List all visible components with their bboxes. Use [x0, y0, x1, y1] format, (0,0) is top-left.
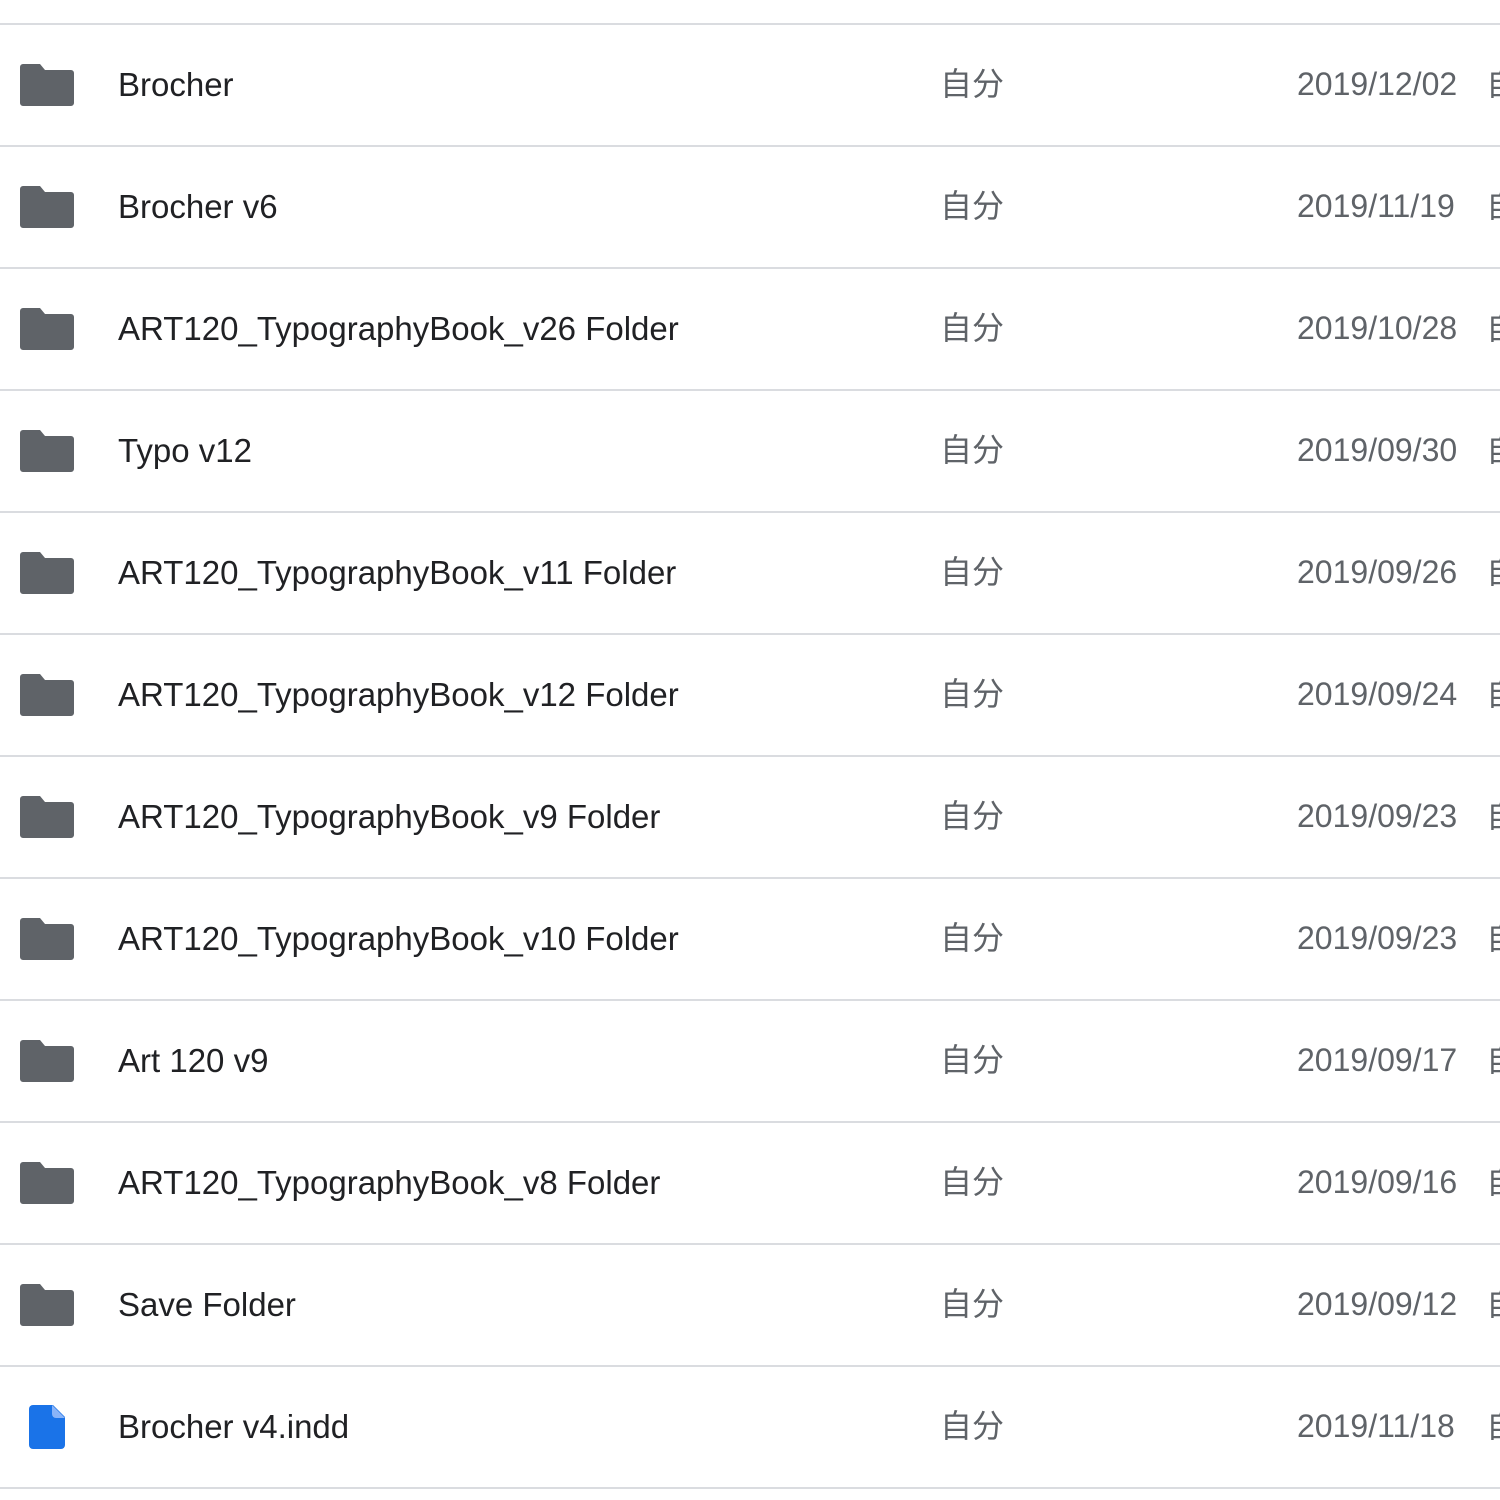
- item-name: ART120_TypographyBook_v26 Folder: [118, 310, 679, 347]
- item-owner: 自分: [940, 797, 1005, 835]
- clipped-column: 自: [1486, 635, 1500, 755]
- item-name: Brocher v4.indd: [118, 1408, 350, 1445]
- item-date: 2019/09/26: [1297, 554, 1458, 590]
- list-item[interactable]: ART120_TypographyBook_v11 Folder 自分 2019…: [0, 513, 1500, 635]
- clipped-column: 自: [1486, 1245, 1500, 1365]
- folder-icon: [20, 269, 74, 389]
- item-date: 2019/12/02: [1297, 66, 1458, 102]
- file-list: Brocher 自分 2019/12/02 自 Brocher v6 自分 20…: [0, 0, 1500, 1500]
- item-date: 2019/11/18: [1297, 1408, 1455, 1444]
- list-item[interactable]: Brocher 自分 2019/12/02 自: [0, 25, 1500, 147]
- list-item[interactable]: ART120_TypographyBook_v9 Folder 自分 2019/…: [0, 757, 1500, 879]
- item-date: 2019/09/23: [1297, 798, 1458, 834]
- item-name: ART120_TypographyBook_v12 Folder: [118, 676, 679, 713]
- clipped-column: 自: [1486, 513, 1500, 633]
- item-owner: 自分: [940, 309, 1005, 347]
- list-item[interactable]: Typo v12 自分 2019/09/30 自: [0, 391, 1500, 513]
- list-item[interactable]: Brocher v4.indd 自分 2019/11/18 自: [0, 1367, 1500, 1489]
- item-owner: 自分: [940, 1163, 1005, 1201]
- folder-icon: [20, 513, 74, 633]
- item-name: Art 120 v9: [118, 1042, 269, 1079]
- item-date: 2019/09/12: [1297, 1286, 1458, 1322]
- folder-icon: [20, 391, 74, 511]
- list-item[interactable]: ART120_TypographyBook_v12 Folder 自分 2019…: [0, 635, 1500, 757]
- item-owner: 自分: [940, 1407, 1005, 1445]
- clipped-column: 自: [1486, 1123, 1500, 1243]
- item-owner: 自分: [940, 1041, 1005, 1079]
- clipped-column: 自: [1486, 269, 1500, 389]
- folder-icon: [20, 1245, 74, 1365]
- item-owner: 自分: [940, 675, 1005, 713]
- clipped-column: 自: [1486, 757, 1500, 877]
- folder-icon: [20, 1001, 74, 1121]
- folder-icon: [20, 635, 74, 755]
- item-name: Typo v12: [118, 432, 252, 469]
- clipped-column: 自: [1486, 1001, 1500, 1121]
- item-date: 2019/11/19: [1297, 188, 1455, 224]
- clipped-column: 自: [1486, 1367, 1500, 1487]
- item-date: 2019/09/16: [1297, 1164, 1458, 1200]
- item-owner: 自分: [940, 65, 1005, 103]
- item-name: Brocher: [118, 66, 234, 103]
- item-date: 2019/09/17: [1297, 1042, 1458, 1078]
- item-name: Brocher v6: [118, 188, 278, 225]
- item-owner: 自分: [940, 431, 1005, 469]
- item-owner: 自分: [940, 919, 1005, 957]
- list-item[interactable]: ART120_TypographyBook_v26 Folder 自分 2019…: [0, 269, 1500, 391]
- item-owner: 自分: [940, 1285, 1005, 1323]
- clipped-column: 自: [1486, 391, 1500, 511]
- file-icon: [20, 1367, 74, 1487]
- item-name: ART120_TypographyBook_v11 Folder: [118, 554, 677, 591]
- clipped-column: 自: [1486, 147, 1500, 267]
- item-name: Save Folder: [118, 1286, 296, 1323]
- item-date: 2019/09/24: [1297, 676, 1458, 712]
- item-date: 2019/10/28: [1297, 310, 1458, 346]
- list-item[interactable]: Art 120 v9 自分 2019/09/17 自: [0, 1001, 1500, 1123]
- list-item[interactable]: Save Folder 自分 2019/09/12 自: [0, 1245, 1500, 1367]
- list-item[interactable]: Brocher v6 自分 2019/11/19 自: [0, 147, 1500, 269]
- folder-icon: [20, 25, 74, 145]
- folder-icon: [20, 1123, 74, 1243]
- list-item[interactable]: ART120_TypographyBook_v10 Folder 自分 2019…: [0, 879, 1500, 1001]
- item-date: 2019/09/30: [1297, 432, 1458, 468]
- item-owner: 自分: [940, 187, 1005, 225]
- item-date: 2019/09/23: [1297, 920, 1458, 956]
- clipped-column: 自: [1486, 25, 1500, 145]
- item-name: ART120_TypographyBook_v10 Folder: [118, 920, 679, 957]
- list-item[interactable]: ART120_TypographyBook_v8 Folder 自分 2019/…: [0, 1123, 1500, 1245]
- folder-icon: [20, 879, 74, 999]
- item-name: ART120_TypographyBook_v8 Folder: [118, 1164, 661, 1201]
- item-name: ART120_TypographyBook_v9 Folder: [118, 798, 661, 835]
- folder-icon: [20, 757, 74, 877]
- item-owner: 自分: [940, 553, 1005, 591]
- clipped-column: 自: [1486, 879, 1500, 999]
- folder-icon: [20, 147, 74, 267]
